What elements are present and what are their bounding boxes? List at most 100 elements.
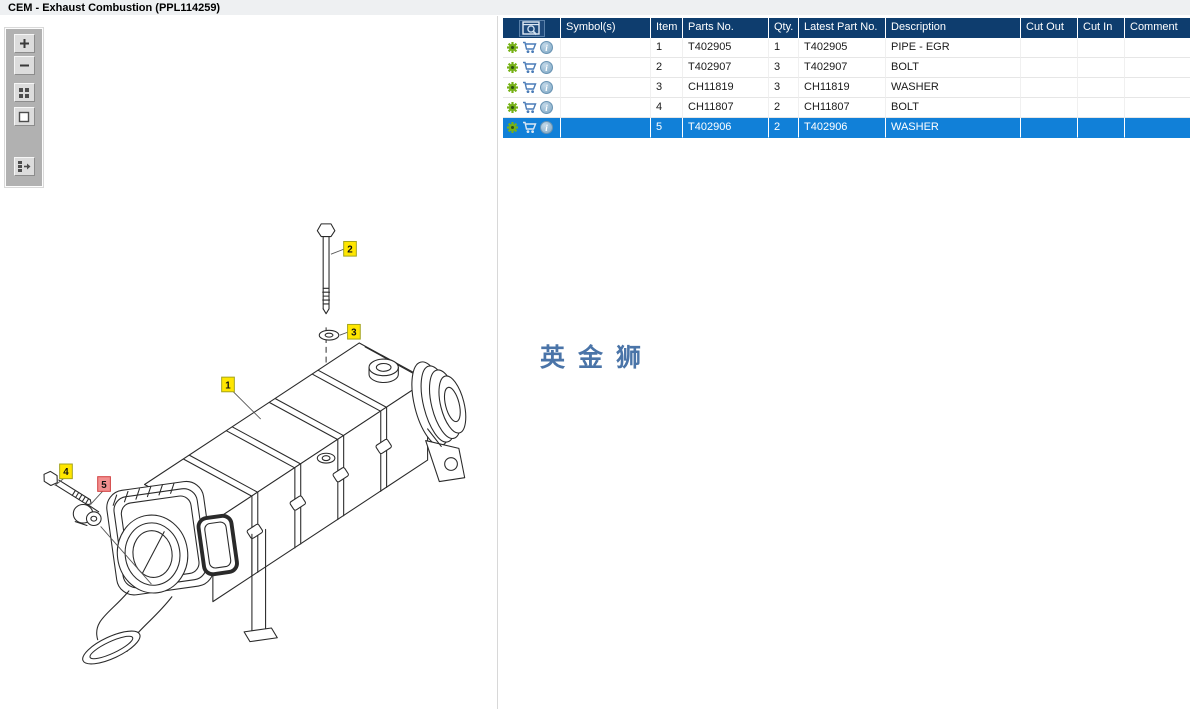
svg-text:4: 4 [63,467,69,478]
cart-icon[interactable] [522,121,537,134]
cart-icon[interactable] [522,81,537,94]
description-cell: BOLT [885,58,1020,78]
header-preview-col [503,18,560,38]
callout-2[interactable]: 2 [343,240,357,257]
comment-cell [1124,58,1190,78]
assembly-title: CEM - Exhaust Combustion (PPL114259) [8,2,221,14]
cut-out-cell [1020,38,1077,58]
description-cell: WASHER [885,118,1020,138]
lower-pipe [82,590,173,665]
col-qty: Qty. [768,18,798,38]
gear-icon[interactable] [506,101,519,114]
cart-icon[interactable] [522,101,537,114]
col-parts-no: Parts No. [682,18,768,38]
symbols-cell [560,38,650,58]
cut-out-cell [1020,58,1077,78]
qty-cell: 3 [768,58,798,78]
item-cell: 3 [650,78,682,98]
parts-no-cell: CH11807 [682,98,768,118]
parts-no-cell: T402907 [682,58,768,78]
gear-icon[interactable] [506,121,519,134]
info-icon[interactable]: i [540,41,553,54]
cut-in-cell [1077,118,1124,138]
info-icon[interactable]: i [540,61,553,74]
svg-text:2: 2 [347,245,353,256]
cut-in-cell [1077,58,1124,78]
col-symbols: Symbol(s) [560,18,650,38]
latest-part-cell: T402906 [798,118,885,138]
qty-cell: 2 [768,118,798,138]
description-cell: BOLT [885,98,1020,118]
description-cell: PIPE - EGR [885,38,1020,58]
svg-text:3: 3 [351,328,357,339]
bolt-part-drawing [316,223,336,315]
symbols-cell [560,78,650,98]
table-row[interactable]: i 3 CH11819 3 CH11819 WASHER [503,78,1190,98]
egr-cooler-exploded-drawing: 1 2 3 4 5 [43,223,467,665]
callout-4[interactable]: 4 [59,463,73,480]
latest-part-cell: CH11807 [798,98,885,118]
qty-cell: 2 [768,98,798,118]
item-cell: 2 [650,58,682,78]
row-actions: i [503,78,560,98]
preview-icon-button[interactable] [518,19,545,37]
comment-cell [1124,38,1190,58]
cut-out-cell [1020,78,1077,98]
latest-part-cell: CH11819 [798,78,885,98]
description-cell: WASHER [885,78,1020,98]
cut-in-cell [1077,98,1124,118]
document-magnifier-icon [521,20,540,35]
callout-3[interactable]: 3 [347,323,361,340]
qty-cell: 3 [768,78,798,98]
parts-list-panel: Symbol(s) Item Parts No. Qty. Latest Par… [503,18,1190,709]
page-title: CEM - Exhaust Combustion (PPL114259) [0,0,1190,16]
cut-out-cell [1020,98,1077,118]
cart-icon[interactable] [522,61,537,74]
col-description: Description [885,18,1020,38]
callout-1[interactable]: 1 [221,376,235,393]
col-item: Item [650,18,682,38]
row-actions: i [503,118,560,138]
col-latest-part-no: Latest Part No. [798,18,885,38]
symbols-cell [560,118,650,138]
cart-icon[interactable] [522,41,537,54]
latest-part-cell: T402907 [798,58,885,78]
parts-no-cell: CH11819 [682,78,768,98]
qty-cell: 1 [768,38,798,58]
gear-icon[interactable] [506,41,519,54]
item-cell: 4 [650,98,682,118]
comment-cell [1124,78,1190,98]
symbols-cell [560,98,650,118]
col-cut-out: Cut Out [1020,18,1077,38]
col-cut-in: Cut In [1077,18,1124,38]
gear-icon[interactable] [506,81,519,94]
cut-in-cell [1077,78,1124,98]
info-icon[interactable]: i [540,101,553,114]
parts-no-cell: T402906 [682,118,768,138]
cut-in-cell [1077,38,1124,58]
item-cell: 5 [650,118,682,138]
row-actions: i [503,38,560,58]
table-row[interactable]: i 1 T402905 1 T402905 PIPE - EGR [503,38,1190,58]
washer-part-drawing [318,329,340,341]
info-icon[interactable]: i [540,81,553,94]
latest-part-cell: T402905 [798,38,885,58]
panel-divider[interactable] [497,16,498,709]
table-row-selected[interactable]: i 5 T402906 2 T402906 WASHER [503,118,1190,138]
outlet-port [196,513,239,577]
illustration-panel: 1 2 3 4 5 [0,16,497,709]
svg-text:1: 1 [225,380,231,391]
info-icon[interactable]: i [540,121,553,134]
svg-text:5: 5 [101,480,107,491]
comment-cell [1124,98,1190,118]
row-actions: i [503,58,560,78]
callout-5-highlighted[interactable]: 5 [97,476,111,492]
table-row[interactable]: i 4 CH11807 2 CH11807 BOLT [503,98,1190,118]
row-actions: i [503,98,560,118]
gear-icon[interactable] [506,61,519,74]
col-comment: Comment [1124,18,1190,38]
item-cell: 1 [650,38,682,58]
table-row[interactable]: i 2 T402907 3 T402907 BOLT [503,58,1190,78]
cut-out-cell [1020,118,1077,138]
symbols-cell [560,58,650,78]
